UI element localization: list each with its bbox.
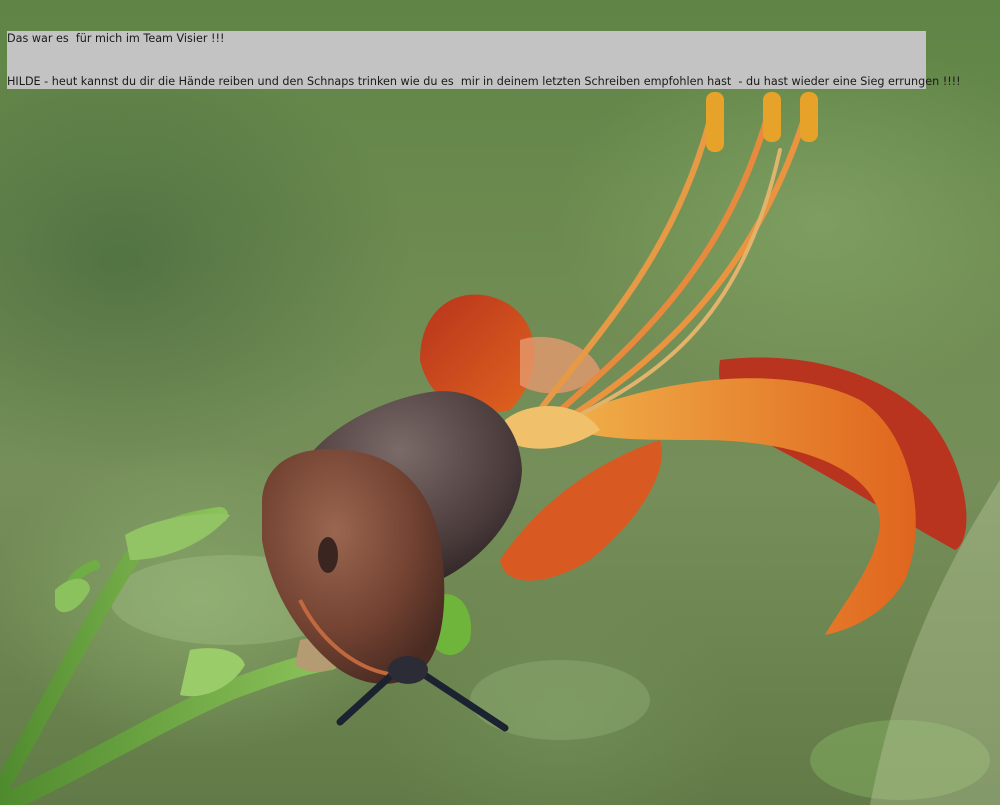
plant-stem	[0, 650, 340, 805]
photo-slug-on-lily	[0, 0, 1000, 805]
caption-line-1: Das war es für mich im Team Visier !!!	[7, 32, 225, 45]
lily-anther	[706, 92, 724, 152]
slug-pneumostome	[318, 537, 338, 573]
bokeh-leaf	[470, 660, 650, 740]
lily-anther	[763, 92, 781, 142]
caption-box: Das war es für mich im Team Visier !!! H…	[7, 31, 961, 89]
photo-illustration	[0, 92, 1000, 805]
lily-anther	[800, 92, 818, 142]
slug-head	[388, 656, 428, 684]
plant-bud	[55, 578, 90, 613]
caption-line-2: HILDE - heut kannst du dir die Hände rei…	[7, 75, 961, 88]
plant-bud	[125, 513, 230, 560]
lily-petal	[500, 440, 662, 581]
